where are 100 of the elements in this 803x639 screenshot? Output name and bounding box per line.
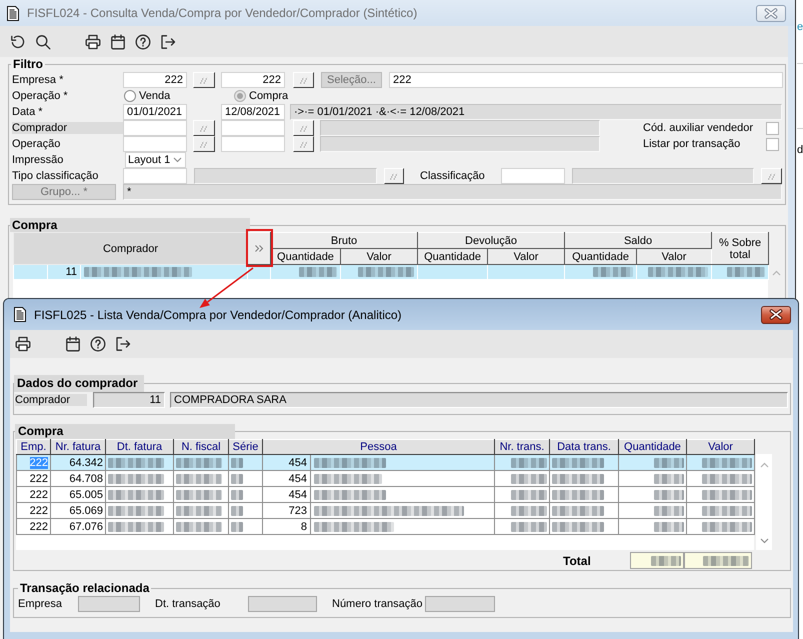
printer-icon[interactable] [15, 336, 31, 352]
input-field[interactable] [123, 136, 187, 152]
search-icon[interactable] [35, 34, 51, 50]
link-fragment[interactable]: e [797, 21, 803, 34]
radio-label[interactable]: Compra [249, 90, 288, 102]
field-label: Operação * [12, 90, 69, 102]
text-fragment: d [797, 144, 803, 157]
chevron-down-icon [173, 157, 182, 163]
readonly-field: * [123, 184, 782, 200]
document-icon [7, 6, 19, 20]
blurred-text [176, 490, 222, 500]
column-header[interactable]: Nr. trans. [494, 440, 550, 454]
input-field[interactable]: 222 [389, 72, 783, 88]
column-header[interactable]: % Sobre total [712, 232, 769, 264]
chevron-down-icon [760, 538, 768, 544]
double-chevron-icon [254, 244, 264, 253]
document-icon [14, 307, 26, 322]
input-field[interactable] [123, 168, 187, 184]
group-title: Compra [10, 218, 250, 232]
lookup-button[interactable] [384, 168, 404, 184]
input-field[interactable] [123, 120, 187, 136]
lookup-button[interactable] [761, 168, 782, 184]
input-field[interactable]: 222 [221, 72, 285, 88]
column-header[interactable]: Valor [488, 248, 565, 264]
column-header[interactable]: Quantidade [270, 248, 340, 264]
double-slash-icon [199, 124, 209, 132]
radio-button[interactable] [234, 90, 246, 102]
input-field[interactable]: 01/01/2021 [123, 104, 187, 120]
printer-icon[interactable] [85, 34, 101, 50]
lookup-button[interactable] [293, 120, 314, 136]
help-icon[interactable] [135, 34, 151, 50]
lookup-button[interactable] [293, 136, 314, 152]
blurred-text [703, 556, 749, 566]
table-row[interactable]: 222 64.342 454 [16, 454, 754, 470]
table-row[interactable]: 11 [14, 264, 769, 280]
blurred-text [654, 458, 684, 468]
table-cell: 64.708 [50, 470, 106, 486]
input-field[interactable] [221, 136, 285, 152]
table-row[interactable]: 222 67.076 8 [16, 518, 754, 534]
blurred-text [702, 522, 752, 532]
input-field[interactable]: 12/08/2021 [221, 104, 285, 120]
lookup-button[interactable] [193, 136, 215, 152]
column-header[interactable]: Valor [340, 248, 418, 264]
table-row[interactable]: 222 64.708 454 [16, 470, 754, 486]
radio-button[interactable] [124, 90, 136, 102]
column-header[interactable]: Pessoa [262, 440, 494, 454]
column-header[interactable]: Comprador [14, 232, 248, 264]
blurred-text [552, 490, 604, 500]
column-header[interactable]: Quantidade [564, 248, 637, 264]
column-header[interactable]: Valor [686, 440, 754, 454]
lookup-button[interactable] [193, 120, 215, 136]
blurred-text [702, 474, 752, 484]
blurred-text [108, 506, 164, 516]
table-row[interactable]: 222 65.005 454 [16, 486, 754, 502]
radio-label[interactable]: Venda [139, 90, 170, 102]
exit-icon[interactable] [160, 34, 176, 50]
readonly-field [78, 596, 140, 612]
undo-icon[interactable] [10, 34, 26, 50]
blurred-text [654, 474, 684, 484]
input-field[interactable] [501, 168, 565, 184]
close-button[interactable] [761, 306, 791, 324]
blurred-text [654, 522, 684, 532]
column-header[interactable]: Quantidade [618, 440, 686, 454]
column-header[interactable]: Dt. fatura [106, 440, 174, 454]
blurred-text [727, 267, 766, 278]
lookup-button[interactable] [293, 72, 314, 88]
column-header[interactable]: Nr. fatura [50, 440, 106, 454]
input-field[interactable]: 222 [123, 72, 187, 88]
exit-icon[interactable] [115, 336, 131, 352]
readonly-field: COMPRADORA SARA [170, 392, 788, 408]
column-header[interactable]: Valor [636, 248, 712, 264]
input-field[interactable] [221, 120, 285, 136]
blurred-text [702, 490, 752, 500]
double-slash-icon [298, 76, 308, 84]
calendar-icon[interactable] [110, 34, 126, 50]
column-header[interactable]: Data trans. [550, 440, 618, 454]
blurred-text [511, 458, 547, 468]
blurred-text [593, 267, 634, 278]
help-icon[interactable] [90, 336, 106, 352]
blurred-text [231, 474, 243, 484]
group-title: Compra [15, 424, 235, 439]
dropdown[interactable]: Layout 1 [125, 152, 186, 168]
lookup-button[interactable] [193, 72, 215, 88]
double-slash-icon [298, 140, 308, 148]
table-cell: 222 [16, 502, 50, 518]
table-cell: 222 [16, 486, 50, 502]
blurred-text [231, 506, 243, 516]
readonly-field [248, 596, 317, 612]
table-cell: 65.069 [50, 502, 106, 518]
table-cell: 67.076 [50, 518, 106, 534]
blurred-text [511, 506, 547, 516]
column-header[interactable]: N. fiscal [174, 440, 228, 454]
field-label: Empresa * [12, 74, 64, 86]
checkbox[interactable] [766, 138, 779, 150]
checkbox[interactable] [766, 122, 779, 134]
column-header[interactable]: Emp. [16, 440, 50, 454]
column-header[interactable]: Série [228, 440, 262, 454]
table-row[interactable]: 222 65.069 723 [16, 502, 754, 518]
column-header[interactable]: Quantidade [418, 248, 488, 264]
calendar-icon[interactable] [65, 336, 81, 352]
